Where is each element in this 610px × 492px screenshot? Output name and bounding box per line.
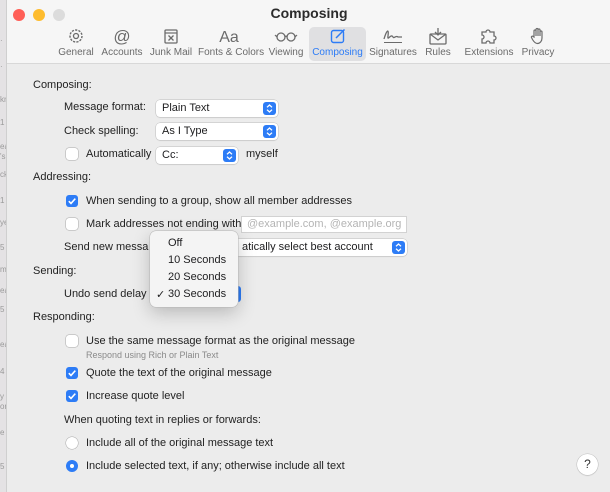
undo-send-menu: Off 10 Seconds 20 Seconds ✓ 30 Seconds (150, 231, 238, 307)
tab-fonts-colors[interactable]: Aa Fonts & Colors (198, 27, 265, 61)
send-account-popup[interactable]: atically select best account (229, 239, 407, 256)
tab-label: Accounts (101, 47, 143, 58)
checkmark-icon (68, 393, 76, 400)
background-text: 5 (0, 243, 5, 252)
background-text: 1 (0, 118, 5, 127)
tab-privacy[interactable]: Privacy (519, 27, 557, 61)
tab-label: Junk Mail (149, 47, 193, 58)
menu-item-20-seconds[interactable]: 20 Seconds (150, 269, 238, 286)
checkmark-icon (68, 198, 76, 205)
increase-quote-checkbox[interactable] (66, 390, 78, 402)
menu-item-10-seconds[interactable]: 10 Seconds (150, 252, 238, 269)
tab-accounts[interactable]: @ Accounts (100, 27, 144, 61)
same-format-hint: Respond using Rich or Plain Text (86, 350, 219, 360)
include-selected-label: Include selected text, if any; otherwise… (86, 460, 345, 472)
automatically-cc-value: Cc: (162, 149, 179, 161)
help-button[interactable]: ? (577, 454, 598, 475)
background-text: 4 (0, 367, 5, 376)
check-spelling-popup[interactable]: As I Type (156, 123, 278, 140)
composing-pane: Composing: Message format: Plain Text Ch… (13, 65, 610, 492)
tab-label: General (58, 47, 94, 58)
quote-text-label: Quote the text of the original message (86, 367, 272, 379)
mark-addresses-field[interactable]: @example.com, @example.org (241, 216, 407, 233)
signature-icon (383, 30, 402, 43)
message-format-value: Plain Text (162, 102, 210, 114)
message-format-label: Message format: (64, 101, 146, 113)
tab-label: Composing (312, 47, 363, 58)
quoting-heading: When quoting text in replies or forwards… (64, 414, 261, 426)
checkmark-icon (68, 370, 76, 377)
svg-text:Aa: Aa (219, 29, 239, 45)
show-group-members-label: When sending to a group, show all member… (86, 195, 352, 207)
mark-addresses-label: Mark addresses not ending with (86, 218, 242, 230)
show-group-members-checkbox[interactable] (66, 195, 78, 207)
tab-viewing[interactable]: Viewing (266, 27, 306, 61)
tab-label: Rules (425, 47, 451, 58)
automatically-checkbox[interactable] (66, 148, 78, 160)
preferences-window: Composing General @ Accounts Junk Mail A… (6, 0, 610, 492)
send-new-messages-label: Send new messa (64, 241, 149, 253)
menu-item-label: 30 Seconds (168, 288, 227, 300)
tab-rules[interactable]: Rules (423, 27, 453, 61)
chevron-updown-icon (263, 125, 276, 138)
title-toolbar: Composing General @ Accounts Junk Mail A… (7, 0, 610, 64)
tab-extensions[interactable]: Extensions (464, 27, 514, 61)
junk-mail-icon (164, 29, 178, 44)
check-spelling-label: Check spelling: (64, 125, 139, 137)
automatically-label: Automatically (86, 148, 152, 160)
menu-item-30-seconds[interactable]: ✓ 30 Seconds (150, 286, 238, 303)
chevron-updown-icon (392, 241, 405, 254)
tab-label: Viewing (268, 47, 304, 58)
chevron-updown-icon (263, 102, 276, 115)
tab-label: Fonts & Colors (198, 47, 265, 58)
myself-label: myself (246, 148, 278, 160)
at-sign-icon: @ (113, 27, 130, 45)
section-sending: Sending: (33, 265, 77, 277)
tab-junk-mail[interactable]: Junk Mail (148, 27, 194, 61)
quote-text-checkbox[interactable] (66, 367, 78, 379)
background-text: y (0, 392, 4, 401)
tab-label: Extensions (464, 47, 514, 58)
window-title: Composing (270, 5, 348, 21)
background-text: e (0, 428, 5, 437)
tab-label: Signatures (369, 47, 417, 58)
svg-text:@: @ (113, 27, 130, 45)
hand-icon (530, 27, 543, 45)
compose-icon (330, 28, 345, 44)
background-text: 5 (0, 305, 5, 314)
undo-send-delay-label: Undo send delay (64, 288, 147, 300)
tab-general[interactable]: General (57, 27, 95, 61)
chevron-updown-icon (223, 149, 236, 162)
tab-label: Privacy (521, 47, 555, 58)
background-text: · (0, 36, 3, 45)
include-selected-radio[interactable] (66, 460, 78, 472)
gear-icon (69, 29, 83, 43)
section-responding: Responding: (33, 311, 95, 323)
background-text: 's (0, 152, 6, 161)
send-account-value: atically select best account (242, 241, 373, 253)
puzzle-icon (481, 29, 497, 44)
mark-addresses-checkbox[interactable] (66, 218, 78, 230)
background-text: 1 (0, 196, 5, 205)
glasses-icon (274, 32, 298, 42)
include-all-radio[interactable] (66, 437, 78, 449)
same-format-checkbox[interactable] (66, 335, 78, 347)
automatically-cc-popup[interactable]: Cc: (156, 147, 238, 164)
check-spelling-value: As I Type (162, 125, 208, 137)
increase-quote-label: Increase quote level (86, 390, 185, 402)
checkmark-icon: ✓ (156, 289, 166, 301)
include-all-label: Include all of the original message text (86, 437, 274, 449)
background-text: 5 (0, 462, 5, 471)
background-text: · (0, 62, 3, 71)
tab-composing[interactable]: Composing (309, 27, 366, 61)
same-format-label: Use the same message format as the origi… (86, 335, 356, 347)
fonts-icon: Aa (219, 29, 239, 45)
message-format-popup[interactable]: Plain Text (156, 100, 278, 117)
section-addressing: Addressing: (33, 171, 92, 183)
tab-signatures[interactable]: Signatures (369, 27, 417, 61)
rules-icon (429, 28, 447, 45)
section-composing: Composing: (33, 79, 92, 91)
menu-item-off[interactable]: Off (150, 235, 238, 252)
